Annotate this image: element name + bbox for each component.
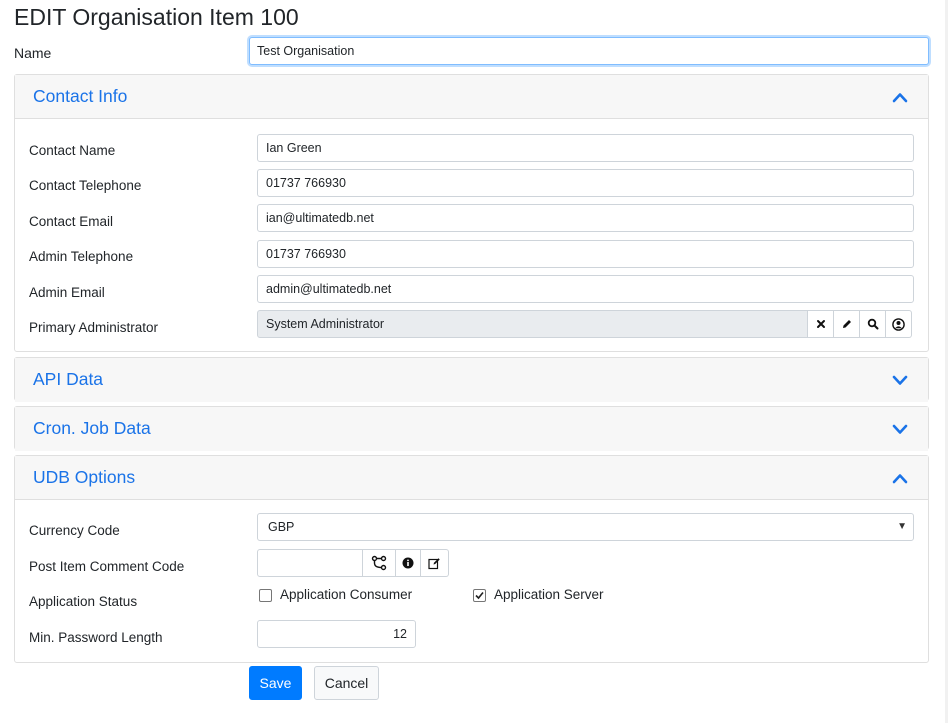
udb-options-panel: UDB Options Currency Code GBP ▼ Post Ite… bbox=[14, 455, 929, 663]
min-password-length-input[interactable]: 12 bbox=[257, 620, 416, 648]
edit-note-icon[interactable] bbox=[421, 549, 449, 577]
admin-telephone-label: Admin Telephone bbox=[29, 249, 134, 264]
save-button[interactable]: Save bbox=[249, 666, 302, 700]
name-input[interactable]: Test Organisation bbox=[249, 37, 929, 65]
chevron-up-icon[interactable] bbox=[892, 472, 908, 484]
caret-down-icon: ▼ bbox=[897, 521, 907, 532]
contact-info-panel: Contact Info Contact Name Ian Green Cont… bbox=[14, 74, 929, 352]
info-icon[interactable] bbox=[396, 549, 421, 577]
name-label: Name bbox=[14, 45, 52, 61]
application-consumer-checkbox[interactable] bbox=[259, 589, 272, 602]
application-status-label: Application Status bbox=[29, 594, 138, 609]
cron-job-data-title: Cron. Job Data bbox=[33, 418, 151, 438]
page-title: EDIT Organisation Item 100 bbox=[14, 4, 299, 30]
application-server-label: Application Server bbox=[494, 587, 604, 602]
contact-info-header[interactable]: Contact Info bbox=[15, 75, 928, 119]
chevron-down-icon[interactable] bbox=[892, 423, 908, 435]
chevron-down-icon[interactable] bbox=[892, 374, 908, 386]
contact-email-input[interactable]: ian@ultimatedb.net bbox=[257, 204, 914, 232]
contact-name-label: Contact Name bbox=[29, 143, 116, 158]
admin-telephone-input[interactable]: 01737 766930 bbox=[257, 240, 914, 268]
search-icon[interactable] bbox=[860, 310, 886, 338]
contact-telephone-label: Contact Telephone bbox=[29, 178, 142, 193]
udb-options-header[interactable]: UDB Options bbox=[15, 456, 928, 500]
primary-admin-label: Primary Administrator bbox=[29, 320, 159, 335]
cron-job-data-panel: Cron. Job Data bbox=[14, 406, 929, 451]
contact-telephone-input[interactable]: 01737 766930 bbox=[257, 169, 914, 197]
api-data-panel: API Data bbox=[14, 357, 929, 402]
udb-options-title: UDB Options bbox=[33, 467, 136, 487]
chevron-up-icon[interactable] bbox=[892, 91, 908, 103]
admin-email-input[interactable]: admin@ultimatedb.net bbox=[257, 275, 914, 303]
application-consumer-label: Application Consumer bbox=[280, 587, 413, 602]
currency-code-select[interactable]: GBP ▼ bbox=[257, 513, 914, 541]
min-password-length-label: Min. Password Length bbox=[29, 630, 163, 645]
primary-admin-actions bbox=[808, 310, 912, 338]
application-server-checkbox[interactable] bbox=[473, 589, 486, 602]
check-icon bbox=[475, 591, 484, 600]
api-data-header[interactable]: API Data bbox=[15, 358, 928, 402]
post-item-comment-code-label: Post Item Comment Code bbox=[29, 559, 185, 574]
api-data-title: API Data bbox=[33, 369, 104, 389]
currency-code-label: Currency Code bbox=[29, 523, 120, 538]
times-icon[interactable] bbox=[808, 310, 834, 338]
post-item-comment-code-input[interactable] bbox=[257, 549, 363, 577]
cancel-button[interactable]: Cancel bbox=[314, 666, 379, 700]
contact-email-label: Contact Email bbox=[29, 214, 114, 229]
post-item-comment-actions bbox=[363, 549, 449, 577]
contact-info-title: Contact Info bbox=[33, 86, 128, 106]
user-circle-icon[interactable] bbox=[886, 310, 912, 338]
admin-email-label: Admin Email bbox=[29, 285, 105, 300]
workflow-icon[interactable] bbox=[363, 549, 396, 577]
currency-code-value: GBP bbox=[268, 520, 295, 534]
primary-admin-input[interactable]: System Administrator bbox=[257, 310, 808, 338]
contact-name-input[interactable]: Ian Green bbox=[257, 134, 914, 162]
cron-job-data-header[interactable]: Cron. Job Data bbox=[15, 407, 928, 451]
pencil-icon[interactable] bbox=[834, 310, 860, 338]
